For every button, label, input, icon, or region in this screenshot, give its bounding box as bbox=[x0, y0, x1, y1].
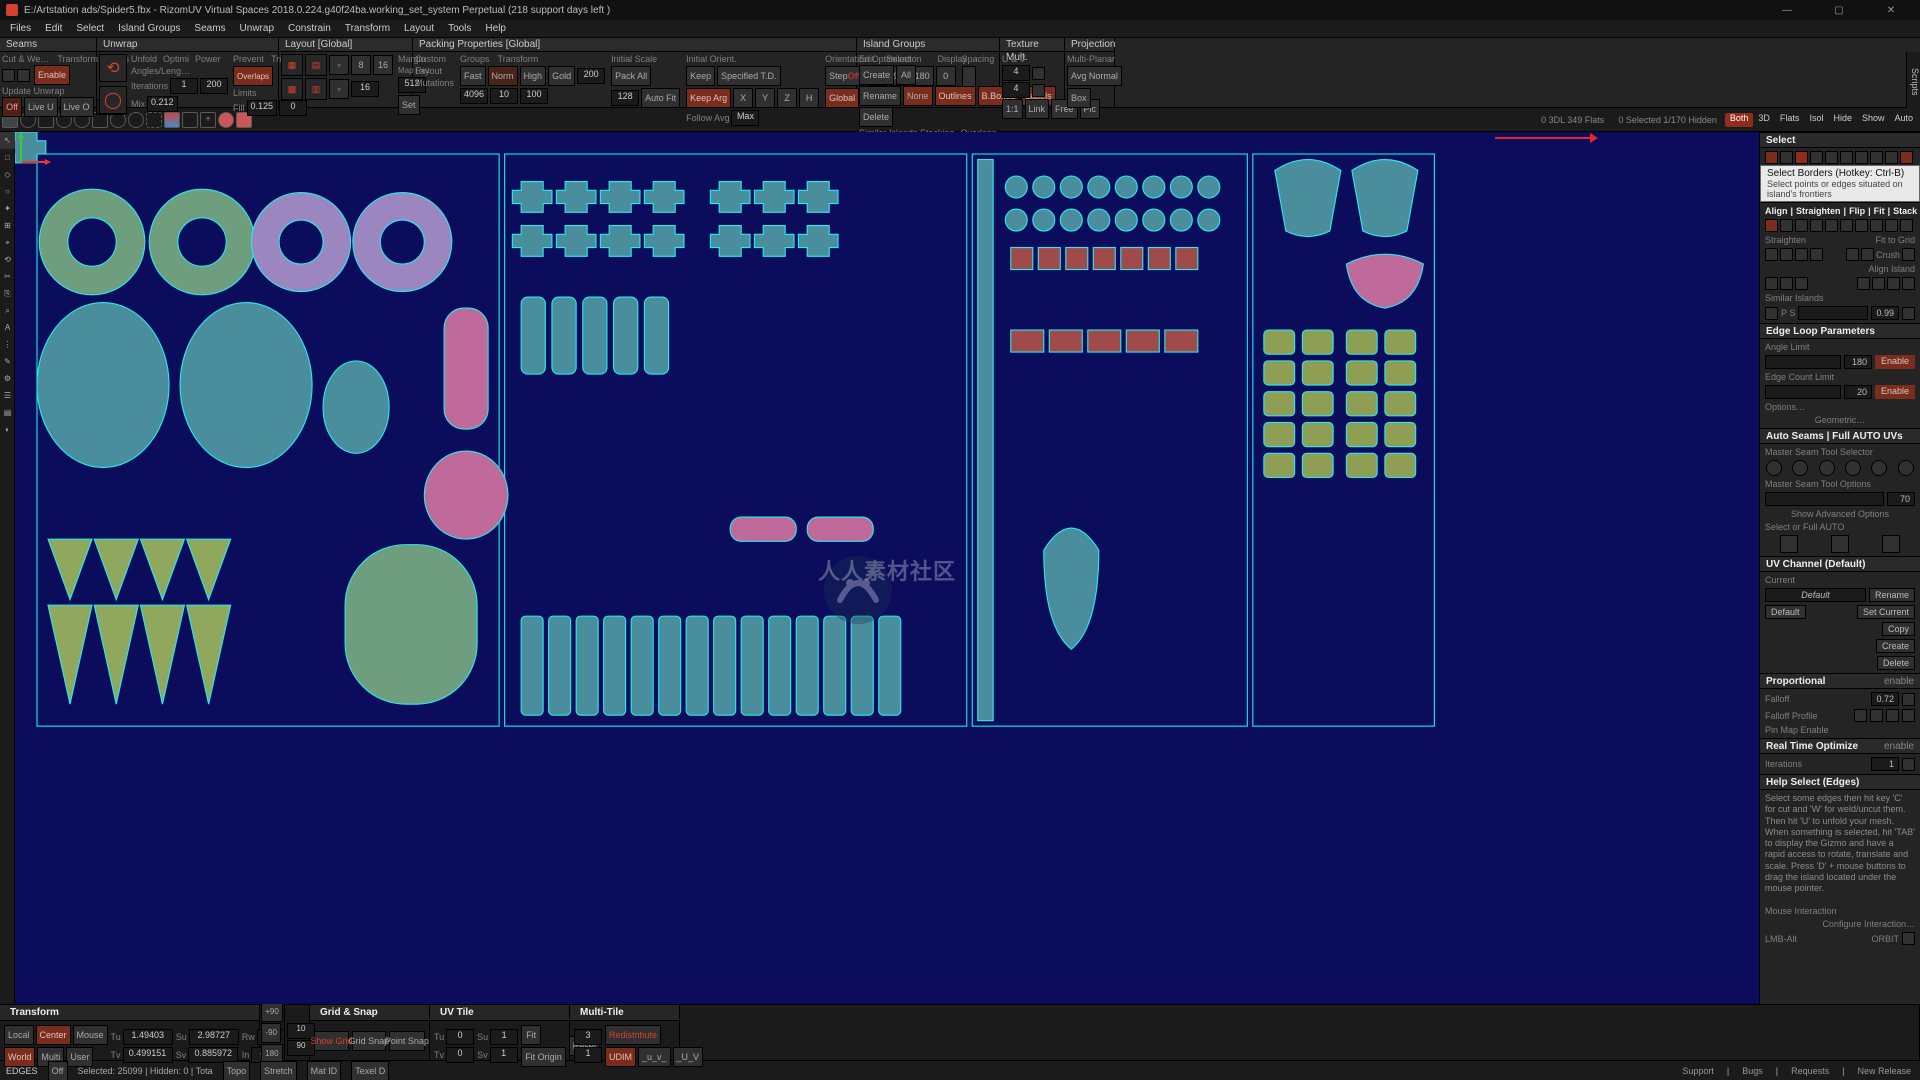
menu-files[interactable]: Files bbox=[4, 21, 37, 37]
view-pill-isol[interactable]: Isol bbox=[1804, 113, 1828, 127]
seams-liveu-button[interactable]: Live U bbox=[24, 97, 58, 117]
view-pill-both[interactable]: Both bbox=[1725, 113, 1754, 127]
left-tool-3-icon[interactable]: ○ bbox=[0, 183, 15, 200]
left-tool-4-icon[interactable]: ✦ bbox=[0, 200, 15, 217]
menu-select[interactable]: Select bbox=[70, 21, 110, 37]
status-selection: Selected: 25099 | Hidden: 0 | Tota bbox=[78, 1066, 213, 1076]
left-tool-16-icon[interactable]: ▤ bbox=[0, 404, 15, 421]
help-section-header: Help Select (Edges) bbox=[1760, 774, 1920, 790]
view-pill-auto[interactable]: Auto bbox=[1889, 113, 1918, 127]
left-tool-12-icon[interactable]: ⋮ bbox=[0, 336, 15, 353]
transform-panel-header: Transform bbox=[0, 1005, 259, 1021]
window-close-button[interactable]: ✕ bbox=[1868, 0, 1914, 20]
fill-button[interactable]: ▤ bbox=[305, 54, 327, 76]
select-borders-icon[interactable] bbox=[1795, 151, 1808, 164]
select-mode-1-icon[interactable] bbox=[1780, 151, 1793, 164]
menu-seams[interactable]: Seams bbox=[188, 21, 231, 37]
unfold-button[interactable]: ⟲ bbox=[99, 54, 127, 82]
left-tool-9-icon[interactable]: ⎘ bbox=[0, 285, 15, 302]
left-tool-13-icon[interactable]: ✎ bbox=[0, 353, 15, 370]
menu-transform[interactable]: Transform bbox=[339, 21, 396, 37]
left-tool-5-icon[interactable]: ⊞ bbox=[0, 217, 15, 234]
window-maximize-button[interactable]: ▢ bbox=[1816, 0, 1862, 20]
elp-section-header: Edge Loop Parameters bbox=[1760, 323, 1920, 339]
prop-section-header: Proportionalenable bbox=[1760, 673, 1920, 689]
view-pill-flats[interactable]: Flats bbox=[1775, 113, 1805, 127]
overlaps-button[interactable]: Overlaps bbox=[233, 66, 273, 86]
left-tool-15-icon[interactable]: ☰ bbox=[0, 387, 15, 404]
left-tool-10-icon[interactable]: ⌕ bbox=[0, 302, 15, 319]
status-off-button[interactable]: Off bbox=[48, 1061, 68, 1080]
status-mode: EDGES bbox=[6, 1066, 38, 1076]
axis-gizmo-icon bbox=[15, 132, 51, 168]
ribbon-layout-header: Layout [Global] bbox=[279, 38, 412, 52]
menu-unwrap[interactable]: Unwrap bbox=[234, 21, 280, 37]
left-tool-14-icon[interactable]: ⚙ bbox=[0, 370, 15, 387]
scripts-tab[interactable]: Scripts bbox=[1906, 52, 1920, 108]
left-tool-11-icon[interactable]: A bbox=[0, 319, 15, 336]
uvch-section-header: UV Channel (Default) bbox=[1760, 556, 1920, 572]
window-minimize-button[interactable]: — bbox=[1764, 0, 1810, 20]
menu-layout[interactable]: Layout bbox=[398, 21, 440, 37]
menu-island-groups[interactable]: Island Groups bbox=[112, 21, 186, 37]
app-logo-icon bbox=[6, 4, 18, 16]
rto-section-header: Real Time Optimizeenable bbox=[1760, 738, 1920, 754]
ribbon-texmult-header: Texture Mult. bbox=[1000, 38, 1064, 52]
seams-enable-button[interactable]: Enable bbox=[34, 65, 70, 85]
status-link-bugs[interactable]: Bugs bbox=[1739, 1066, 1766, 1076]
window-title: E:/Artstation ads/Spider5.fbx - RizomUV … bbox=[24, 5, 610, 16]
pack-button[interactable]: ▦ bbox=[281, 54, 303, 76]
left-tool-7-icon[interactable]: ⟲ bbox=[0, 251, 15, 268]
multitile-panel-header: Multi-Tile bbox=[570, 1005, 679, 1021]
ribbon-seams-header: Seams bbox=[0, 38, 96, 52]
view-pill-3d[interactable]: 3D bbox=[1753, 113, 1775, 127]
view-pill-show[interactable]: Show bbox=[1857, 113, 1890, 127]
elp-angle-enable-button[interactable]: Enable bbox=[1875, 355, 1915, 369]
select-close-icon[interactable] bbox=[1765, 151, 1778, 164]
select-mode-3-icon[interactable] bbox=[1810, 151, 1823, 164]
view-pill-hide[interactable]: Hide bbox=[1828, 113, 1857, 127]
status-link-support[interactable]: Support bbox=[1679, 1066, 1717, 1076]
left-tool-0-icon[interactable]: ↖ bbox=[0, 132, 15, 149]
autoseams-section-header: Auto Seams | Full AUTO UVs bbox=[1760, 428, 1920, 444]
left-tool-2-icon[interactable]: ◇ bbox=[0, 166, 15, 183]
left-tool-1-icon[interactable]: □ bbox=[0, 149, 15, 166]
annotation-arrow bbox=[1495, 137, 1595, 139]
cut-icon[interactable] bbox=[2, 69, 15, 82]
ribbon-islandg-header: Island Groups bbox=[857, 38, 999, 52]
ribbon-unwrap-header: Unwrap bbox=[97, 38, 278, 52]
optimize-button[interactable]: ◯ bbox=[99, 86, 127, 114]
uvch-current-field[interactable]: Default bbox=[1765, 588, 1866, 602]
status-link-requests[interactable]: Requests bbox=[1788, 1066, 1832, 1076]
seams-liveo-button[interactable]: Live O bbox=[60, 97, 94, 117]
ribbon-packing-header: Packing Properties [Global] bbox=[413, 38, 856, 52]
select-section-header: Select bbox=[1760, 132, 1920, 148]
menu-constrain[interactable]: Constrain bbox=[282, 21, 337, 37]
menu-tools[interactable]: Tools bbox=[442, 21, 477, 37]
elp-count-enable-button[interactable]: Enable bbox=[1875, 385, 1915, 399]
uvtile-panel-header: UV Tile bbox=[430, 1005, 569, 1021]
menu-help[interactable]: Help bbox=[479, 21, 512, 37]
mesh-stats-left: 0 3DL 349 Flats bbox=[1535, 115, 1610, 125]
left-tool-17-icon[interactable]: ◐ bbox=[0, 421, 15, 438]
seams-off-button[interactable]: Off bbox=[2, 97, 22, 117]
menu-edit[interactable]: Edit bbox=[39, 21, 68, 37]
mesh-stats-right: 0 Selected 1/170 Hidden bbox=[1612, 115, 1723, 125]
left-tool-6-icon[interactable]: ⌖ bbox=[0, 234, 15, 251]
left-tool-8-icon[interactable]: ✂ bbox=[0, 268, 15, 285]
ribbon-projection-header: Projection bbox=[1065, 38, 1114, 52]
gridsnap-panel-header: Grid & Snap bbox=[310, 1005, 429, 1021]
uv-viewport[interactable]: 人人素材社区 bbox=[15, 132, 1760, 1004]
status-link-release[interactable]: New Release bbox=[1854, 1066, 1914, 1076]
weld-icon[interactable] bbox=[17, 69, 30, 82]
select-borders-tooltip: Select Borders (Hotkey: Ctrl-B) Select p… bbox=[1760, 165, 1920, 202]
